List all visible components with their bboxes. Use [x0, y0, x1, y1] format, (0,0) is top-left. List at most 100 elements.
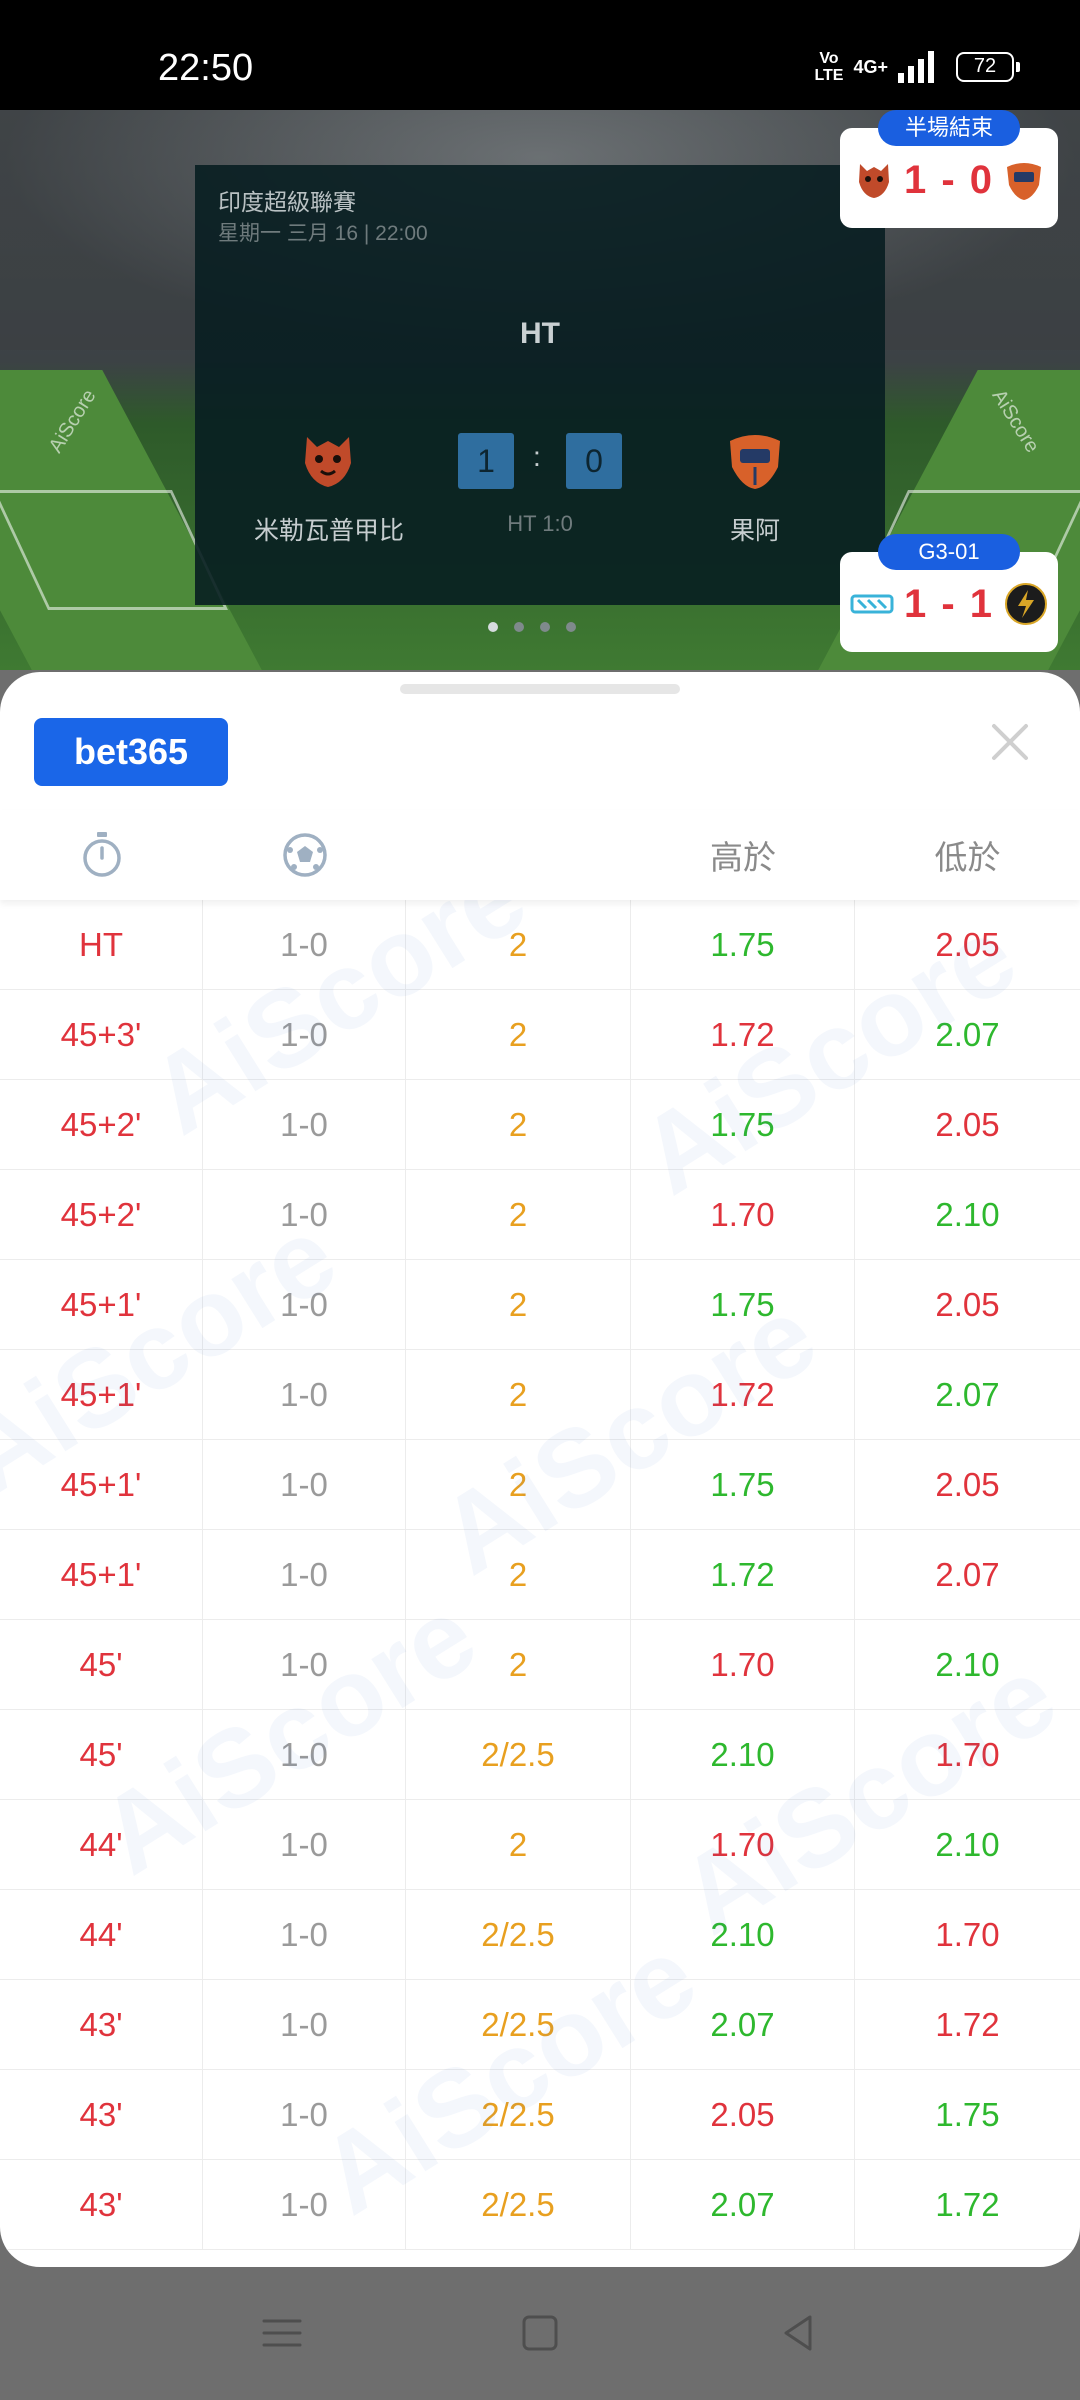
row-time: 43' — [0, 2160, 203, 2250]
row-over-odds: 1.75 — [631, 1260, 855, 1350]
row-score: 1-0 — [203, 1890, 406, 1980]
row-over-odds: 2.07 — [631, 2160, 855, 2250]
row-score: 1-0 — [203, 990, 406, 1080]
row-line: 2/2.5 — [406, 2070, 631, 2160]
home-square-icon[interactable] — [510, 2303, 570, 2363]
navigation-bar — [0, 2267, 1080, 2400]
under-column-header: 低於 — [934, 839, 1001, 876]
row-time: 45+1' — [0, 1440, 203, 1530]
row-over-odds: 1.70 — [631, 1620, 855, 1710]
line-column-header — [406, 810, 631, 900]
row-under-odds: 2.07 — [935, 1376, 1000, 1413]
score-column-header — [203, 810, 406, 900]
carousel-dot[interactable] — [566, 622, 576, 632]
odds-table-header: 高於 低於 — [0, 810, 1080, 900]
odds-row: 43' 1-0 2/2.5 2.05 1.75 — [0, 2070, 1080, 2160]
row-line: 2 — [406, 1800, 631, 1890]
odds-row: 45+1' 1-0 2 1.75 2.05 — [0, 1260, 1080, 1350]
row-time: 45' — [0, 1710, 203, 1800]
match-status: HT — [520, 317, 560, 350]
menu-icon[interactable] — [252, 2303, 312, 2363]
row-under-odds: 2.10 — [935, 1826, 1000, 1863]
carousel-dots — [488, 622, 576, 632]
row-time: 44' — [0, 1890, 203, 1980]
row-time: 45+3' — [0, 990, 203, 1080]
row-score: 1-0 — [203, 1170, 406, 1260]
away-score: 0 — [566, 433, 622, 489]
row-under-odds: 2.07 — [935, 1556, 1000, 1593]
league-name: 印度超級聯賽 — [218, 189, 356, 215]
row-under-odds: 2.05 — [935, 926, 1000, 963]
carousel-dot[interactable] — [488, 622, 498, 632]
row-time: 43' — [0, 2070, 203, 2160]
row-score: 1-0 — [203, 1710, 406, 1800]
row-time: 45+1' — [0, 1260, 203, 1350]
row-score: 1-0 — [203, 1620, 406, 1710]
row-under-odds: 1.70 — [935, 1916, 1000, 1953]
mini-score-card-1[interactable]: 半場結束 1 - 0 — [840, 110, 1058, 228]
score-separator: : — [533, 441, 541, 472]
row-line: 2/2.5 — [406, 1980, 631, 2070]
odds-row: 45+1' 1-0 2 1.72 2.07 — [0, 1350, 1080, 1440]
close-icon[interactable] — [980, 712, 1040, 772]
mini-status-badge: 半場結束 — [878, 110, 1020, 146]
row-over-odds: 1.72 — [631, 990, 855, 1080]
row-line: 2 — [406, 900, 631, 990]
row-under-odds: 1.70 — [935, 1736, 1000, 1773]
network-type: 4G+ — [853, 56, 888, 77]
over-column-header: 高於 — [710, 839, 776, 876]
row-score: 1-0 — [203, 1350, 406, 1440]
home-score: 1 — [458, 433, 514, 489]
row-line: 2/2.5 — [406, 2160, 631, 2250]
row-under-odds: 1.72 — [935, 2186, 1000, 2223]
row-time: 43' — [0, 1980, 203, 2070]
row-time: 45' — [0, 1620, 203, 1710]
time-column-header — [0, 810, 203, 900]
bookmaker-button[interactable]: bet365 — [34, 718, 228, 786]
row-over-odds: 2.10 — [631, 1890, 855, 1980]
row-under-odds: 2.10 — [935, 1646, 1000, 1683]
odds-row: HT 1-0 2 1.75 2.05 — [0, 900, 1080, 990]
row-time: 44' — [0, 1800, 203, 1890]
battery-icon: 72 — [956, 52, 1020, 82]
row-over-odds: 1.75 — [631, 1080, 855, 1170]
back-triangle-icon[interactable] — [768, 2303, 828, 2363]
signal-icon — [898, 51, 934, 83]
row-score: 1-0 — [203, 900, 406, 990]
row-time: 45+2' — [0, 1170, 203, 1260]
row-line: 2 — [406, 1440, 631, 1530]
row-score: 1-0 — [203, 2160, 406, 2250]
status-time: 22:50 — [158, 47, 254, 89]
row-time: 45+1' — [0, 1350, 203, 1440]
row-under-odds: 2.05 — [935, 1286, 1000, 1323]
half-time-score: HT 1:0 — [507, 511, 573, 536]
match-date: 星期一 三月 16 | 22:00 — [218, 222, 428, 245]
row-time: 45+2' — [0, 1080, 203, 1170]
carousel-dot[interactable] — [514, 622, 524, 632]
row-under-odds: 1.75 — [935, 2096, 1000, 2133]
row-under-odds: 2.07 — [935, 1016, 1000, 1053]
row-time: 45+1' — [0, 1530, 203, 1620]
stopwatch-icon — [82, 832, 121, 877]
odds-row: 44' 1-0 2/2.5 2.10 1.70 — [0, 1890, 1080, 1980]
odds-row: 43' 1-0 2/2.5 2.07 1.72 — [0, 2160, 1080, 2250]
mini-score-card-2[interactable]: G3-01 1 - 1 — [840, 534, 1058, 652]
row-score: 1-0 — [203, 1800, 406, 1890]
match-card[interactable]: 印度超級聯賽 星期一 三月 16 | 22:00 HT 米勒瓦普甲比 果阿 1 … — [195, 165, 885, 605]
odds-row: 44' 1-0 2 1.70 2.10 — [0, 1800, 1080, 1890]
row-over-odds: 1.70 — [631, 1170, 855, 1260]
row-score: 1-0 — [203, 1080, 406, 1170]
row-under-odds: 2.05 — [935, 1106, 1000, 1143]
row-score: 1-0 — [203, 2070, 406, 2160]
drag-handle[interactable] — [400, 684, 680, 694]
row-score: 1-0 — [203, 1440, 406, 1530]
odds-row: 45+3' 1-0 2 1.72 2.07 — [0, 990, 1080, 1080]
odds-row: 45+2' 1-0 2 1.75 2.05 — [0, 1080, 1080, 1170]
row-score: 1-0 — [203, 1530, 406, 1620]
row-line: 2 — [406, 990, 631, 1080]
row-line: 2 — [406, 1260, 631, 1350]
row-line: 2 — [406, 1350, 631, 1440]
carousel-dot[interactable] — [540, 622, 550, 632]
row-over-odds: 1.75 — [631, 900, 855, 990]
mini-away-logo-icon — [1005, 583, 1047, 625]
